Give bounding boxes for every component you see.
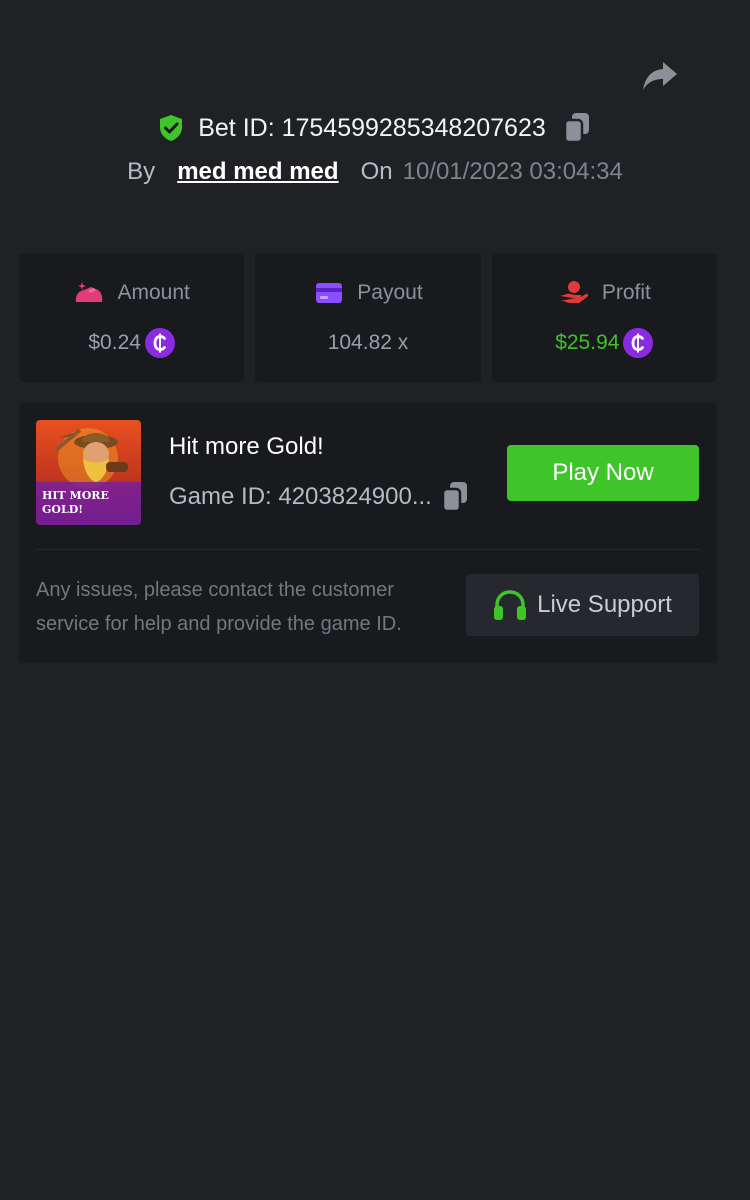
payout-value: 104.82 x xyxy=(327,330,409,354)
live-support-label: Live Support xyxy=(537,591,672,618)
money-bag-icon xyxy=(73,279,105,307)
live-support-button[interactable]: Live Support xyxy=(466,574,699,636)
profit-value-row: $25.94 xyxy=(555,327,654,358)
profit-card: Profit $25.94 xyxy=(491,253,717,382)
coin-icon xyxy=(623,327,654,358)
play-now-button[interactable]: Play Now xyxy=(507,445,699,501)
verified-shield-icon xyxy=(158,114,186,142)
amount-card: Amount $0.24 xyxy=(19,253,245,382)
on-label: On xyxy=(360,158,393,185)
headset-icon xyxy=(494,590,527,620)
amount-value: $0.24 xyxy=(88,330,141,354)
share-button[interactable] xyxy=(640,56,680,96)
stats-row: Amount $0.24 Payout 104.82 x Profit $25.… xyxy=(19,253,717,382)
username-link[interactable]: med med med xyxy=(177,158,338,186)
by-label: By xyxy=(127,158,156,185)
copy-icon xyxy=(441,482,467,513)
card-icon xyxy=(313,279,345,307)
copy-game-id-button[interactable] xyxy=(440,481,470,513)
amount-label: Amount xyxy=(117,280,190,304)
payout-card: Payout 104.82 x xyxy=(255,253,481,382)
payout-value-row: 104.82 x xyxy=(328,328,409,358)
bet-id-row: Bet ID: 1754599285348207623 xyxy=(0,108,750,148)
game-panel: HIT MORE GOLD! Hit more Gold! Game ID: 4… xyxy=(19,403,717,663)
divider xyxy=(36,549,700,550)
profit-label: Profit xyxy=(601,280,651,304)
bet-datetime: 10/01/2023 03:04:34 xyxy=(402,158,623,185)
coin-icon xyxy=(144,327,175,358)
share-icon xyxy=(643,62,677,90)
game-id-text: Game ID: 4203824900... xyxy=(169,483,432,510)
game-thumbnail[interactable]: HIT MORE GOLD! xyxy=(36,420,141,525)
bet-detail-page: Bet ID: 1754599285348207623 By med med m… xyxy=(0,0,750,1200)
amount-value-row: $0.24 xyxy=(88,327,175,358)
bet-meta-row: By med med med On 10/01/2023 03:04:34 xyxy=(0,154,750,190)
svg-text:GOLD!: GOLD! xyxy=(42,503,83,516)
copy-icon xyxy=(563,113,589,144)
copy-bet-id-button[interactable] xyxy=(562,111,592,145)
payout-label: Payout xyxy=(357,280,423,304)
game-id-row: Game ID: 4203824900... xyxy=(169,481,470,513)
profit-value: $25.94 xyxy=(555,330,620,354)
game-title: Hit more Gold! xyxy=(169,433,324,460)
support-help-text: Any issues, please contact the customer … xyxy=(36,579,402,635)
hand-money-icon xyxy=(558,279,590,307)
bet-id-text: Bet ID: 1754599285348207623 xyxy=(198,113,546,142)
svg-text:HIT MORE: HIT MORE xyxy=(42,489,109,502)
